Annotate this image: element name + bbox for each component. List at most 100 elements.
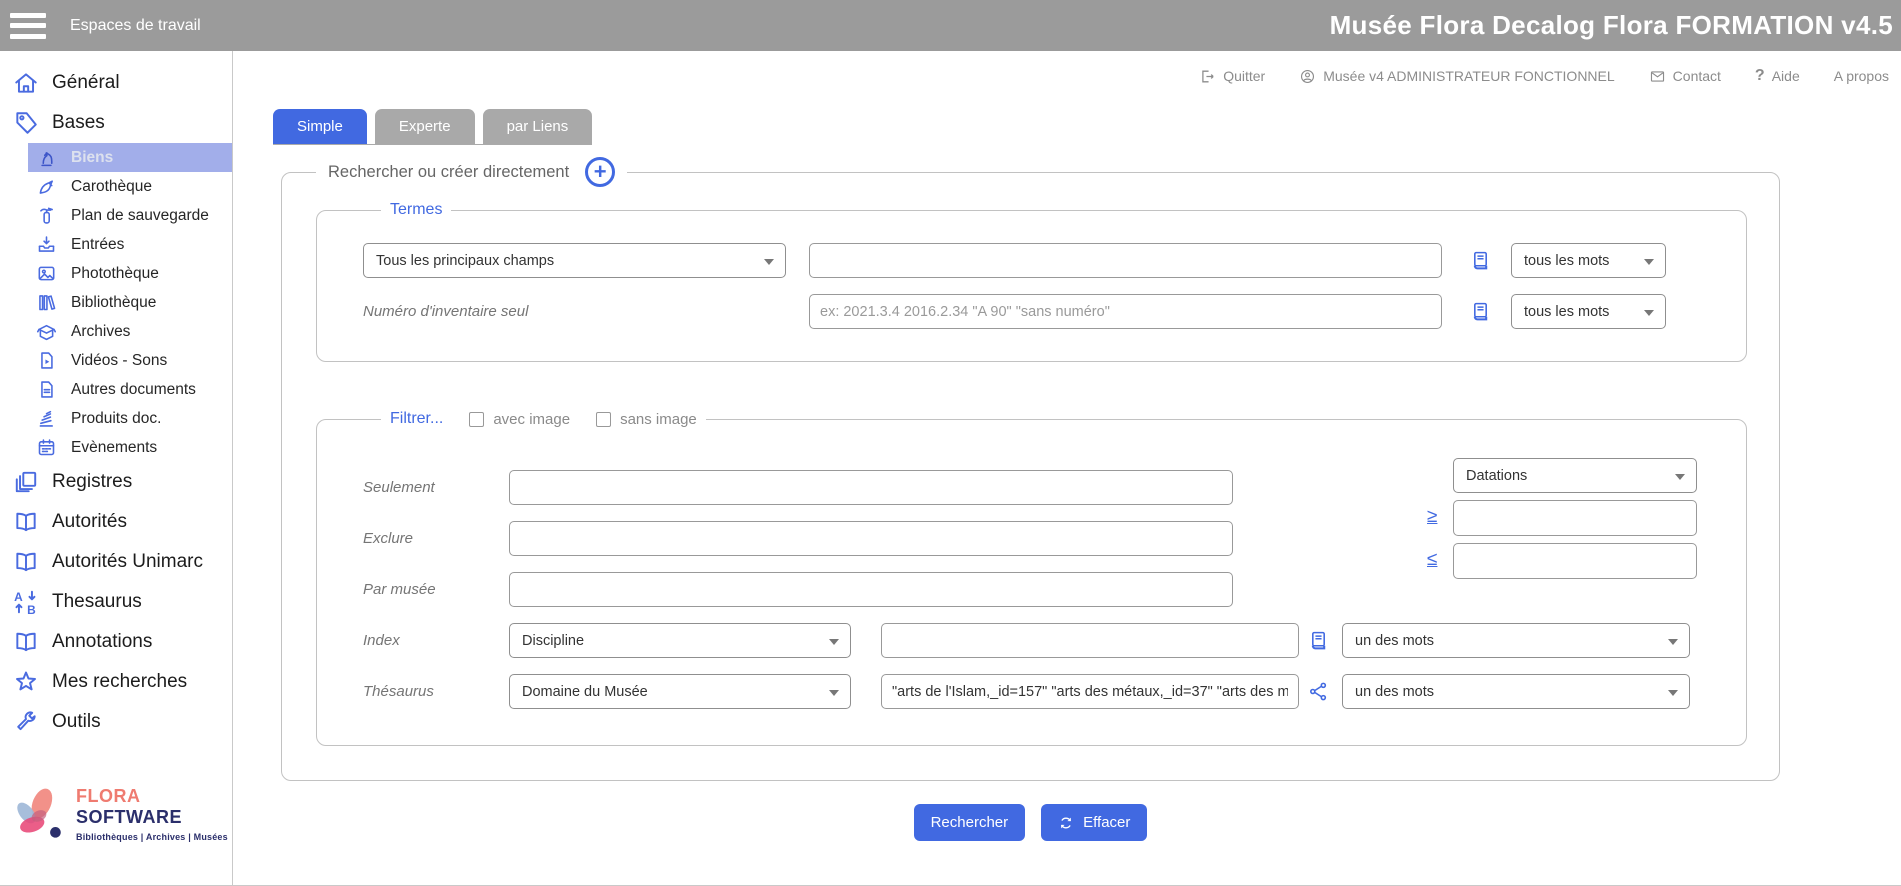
par-musee-input[interactable] — [509, 572, 1233, 607]
sidebar-item-produits-doc[interactable]: Produits doc. — [28, 404, 232, 433]
logout-icon — [1199, 68, 1216, 85]
sidebar-item-label: Bibliothèque — [71, 294, 156, 312]
sidebar-item-outils[interactable]: Outils — [0, 702, 232, 742]
flora-logo-title: FLORA SOFTWARE — [76, 786, 232, 828]
with-image-checkbox-group[interactable]: avec image — [469, 411, 570, 428]
sidebar-item-label: Registres — [52, 471, 132, 493]
index-lookup-book-icon[interactable] — [1470, 301, 1491, 322]
workspace-label[interactable]: Espaces de travail — [70, 17, 201, 35]
datation-max-row: ≤ — [1453, 543, 1697, 579]
sidebar: Général Bases BiensCarothèque Plan de sauve… — [0, 51, 233, 885]
sidebar-item-biblioth-que[interactable]: Bibliothèque — [28, 288, 232, 317]
tab-par-liens[interactable]: par Liens — [483, 109, 593, 144]
terms-search-input[interactable] — [809, 243, 1442, 278]
field-scope-select[interactable]: Tous les principaux champs — [363, 243, 786, 278]
fire-extinguisher-icon — [36, 205, 57, 226]
sort-az-icon: AB — [13, 589, 39, 615]
stacked-copies-icon — [13, 469, 39, 495]
sidebar-item-label: Bases — [52, 112, 105, 134]
document-icon — [36, 379, 57, 400]
about-link[interactable]: A propos — [1834, 68, 1889, 84]
archive-box-icon — [36, 321, 57, 342]
sidebar-item-registres[interactable]: Registres — [0, 462, 232, 502]
sidebar-item-archives[interactable]: Archives — [28, 317, 232, 346]
index-field-select[interactable]: Discipline — [509, 623, 851, 658]
par-musee-label: Par musée — [363, 581, 509, 598]
sidebar-item-label: Entrées — [71, 236, 124, 254]
chevron-down-icon — [1644, 259, 1654, 265]
open-book-icon — [13, 629, 39, 655]
sidebar-item-label: Evènements — [71, 439, 157, 457]
with-image-checkbox[interactable] — [469, 412, 484, 427]
help-link[interactable]: ? Aide — [1755, 67, 1800, 85]
datation-min-input[interactable] — [1453, 500, 1697, 536]
datations-select[interactable]: Datations — [1453, 458, 1697, 493]
video-file-icon — [36, 350, 57, 371]
index-match-select[interactable]: un des mots — [1342, 623, 1690, 658]
search-create-panel: Rechercher ou créer directement + Termes… — [281, 157, 1780, 781]
index-value-input[interactable] — [881, 623, 1299, 658]
hamburger-menu-icon[interactable] — [10, 13, 46, 39]
sidebar-item-phototh-que[interactable]: Photothèque — [28, 259, 232, 288]
sidebar-item-thesaurus[interactable]: ABThesaurus — [0, 582, 232, 622]
user-account[interactable]: Musée v4 ADMINISTRATEUR FONCTIONNEL — [1299, 68, 1614, 85]
sidebar-item-vid-os-sons[interactable]: Vidéos - Sons — [28, 346, 232, 375]
sidebar-item-plan-de-sauvegarde[interactable]: Plan de sauvegarde — [28, 201, 232, 230]
seulement-input[interactable] — [509, 470, 1233, 505]
termes-section: Termes Tous les principaux champs tous l… — [316, 201, 1747, 362]
sidebar-item-autorit-s[interactable]: Autorités — [0, 502, 232, 542]
app-window: Espaces de travail Musée Flora Decalog F… — [0, 0, 1901, 886]
sidebar-item-mes-recherches[interactable]: Mes recherches — [0, 662, 232, 702]
thesaurus-tree-share-icon[interactable] — [1308, 681, 1329, 702]
tab-experte[interactable]: Experte — [375, 109, 475, 144]
sidebar-item-label: Archives — [71, 323, 130, 341]
sidebar-item-label: Autorités Unimarc — [52, 551, 203, 573]
svg-text:B: B — [27, 603, 36, 615]
clear-button[interactable]: Effacer — [1041, 804, 1147, 841]
top-bar: Espaces de travail Musée Flora Decalog F… — [0, 0, 1901, 51]
greater-equal-link[interactable]: ≥ — [1427, 507, 1437, 526]
search-button[interactable]: Rechercher — [914, 804, 1026, 841]
create-plus-button[interactable]: + — [585, 157, 615, 187]
without-image-checkbox-group[interactable]: sans image — [596, 411, 697, 428]
core-sample-icon — [36, 176, 57, 197]
without-image-checkbox[interactable] — [596, 412, 611, 427]
chevron-down-icon — [829, 690, 839, 696]
tab-simple[interactable]: Simple — [273, 109, 367, 144]
sidebar-item-label: Mes recherches — [52, 671, 187, 693]
index-lookup-book-icon[interactable] — [1308, 630, 1329, 651]
inbox-arrow-icon — [36, 234, 57, 255]
exclure-label: Exclure — [363, 530, 509, 547]
sidebar-item-autres-documents[interactable]: Autres documents — [28, 375, 232, 404]
sidebar-item-biens[interactable]: Biens — [28, 143, 232, 172]
filter-row-thesaurus: Thésaurus Domaine du Musée un des mots — [363, 674, 1746, 709]
sidebar-item-label: Annotations — [52, 631, 152, 653]
sidebar-item-caroth-que[interactable]: Carothèque — [28, 172, 232, 201]
match-mode-select-2[interactable]: tous les mots — [1511, 294, 1666, 329]
sidebar-item-annotations[interactable]: Annotations — [0, 622, 232, 662]
sidebar-item-label: Autorités — [52, 511, 127, 533]
datation-max-input[interactable] — [1453, 543, 1697, 579]
wrench-icon — [13, 709, 39, 735]
quit-link[interactable]: Quitter — [1199, 68, 1265, 85]
less-equal-link[interactable]: ≤ — [1427, 550, 1437, 569]
thesaurus-value-input[interactable] — [881, 674, 1299, 709]
match-mode-select-1[interactable]: tous les mots — [1511, 243, 1666, 278]
library-books-icon — [36, 292, 57, 313]
app-title: Musée Flora Decalog Flora FORMATION v4.5 — [1330, 10, 1893, 41]
exclure-input[interactable] — [509, 521, 1233, 556]
thesaurus-domain-select[interactable]: Domaine du Musée — [509, 674, 851, 709]
contact-link[interactable]: Contact — [1649, 68, 1721, 85]
thesaurus-match-select[interactable]: un des mots — [1342, 674, 1690, 709]
sidebar-item-autorit-s-unimarc[interactable]: Autorités Unimarc — [0, 542, 232, 582]
user-icon — [1299, 68, 1316, 85]
index-lookup-book-icon[interactable] — [1470, 250, 1491, 271]
sidebar-item-ev-nements[interactable]: Evènements — [28, 433, 232, 462]
flora-logo-mark-icon — [10, 783, 68, 845]
sidebar-item-entr-es[interactable]: Entrées — [28, 230, 232, 259]
sidebar-item-g-n-ral[interactable]: Général — [0, 63, 232, 103]
termes-legend: Termes — [381, 201, 451, 219]
inventory-number-input[interactable] — [809, 294, 1442, 329]
sidebar-item-label: Plan de sauvegarde — [71, 207, 209, 225]
sidebar-item-bases[interactable]: Bases — [0, 103, 232, 143]
